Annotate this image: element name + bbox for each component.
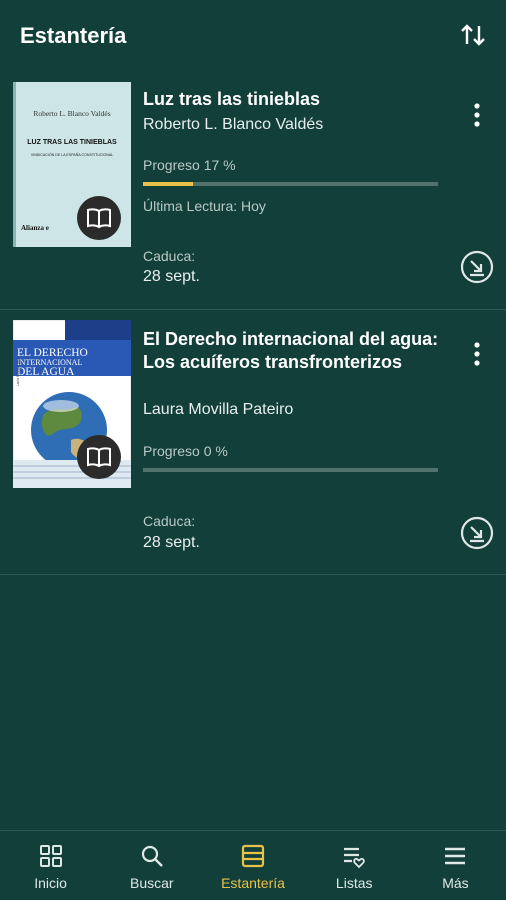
progress-fill [143,182,194,186]
open-book-icon [87,208,111,229]
nav-item-inicio[interactable]: Inicio [0,831,101,900]
bottom-navigation: Inicio Buscar Estantería Listas Más [0,830,506,900]
progress-label: Progreso 0 % [143,443,228,459]
app-bar: Estantería [0,0,506,72]
due-label: Caduca: [143,513,196,529]
nav-item-listas[interactable]: Listas [304,831,405,900]
nav-label: Estantería [221,875,285,891]
grid-icon [39,845,62,867]
nav-label: Más [442,875,469,891]
nav-item-mas[interactable]: Más [405,831,506,900]
progress-bar [143,468,438,472]
cover-title: LUZ TRAS LAS TINIEBLAS [27,139,117,146]
book-title[interactable]: Luz tras las tinieblas [143,88,443,111]
search-icon [141,845,163,867]
cover-title-line3: DEL AGUA [17,366,75,378]
book-author: Laura Movilla Pateiro [143,401,294,418]
cover-publisher: Alianza e [21,224,49,232]
return-book-icon[interactable] [460,516,494,550]
page-title: Estantería [20,23,127,48]
progress-label: Progreso 17 % [143,157,236,173]
due-date: 28 sept. [143,534,200,551]
nav-label: Inicio [34,875,67,891]
cover-author: Laura Movilla Pateiro [16,356,20,386]
due-date: 28 sept. [143,268,200,285]
due-label: Caduca: [143,248,196,264]
bookshelf-icon [241,844,265,868]
cover-subtitle: VINDICACIÓN DE LA ESPAÑA CONSTITUCIONAL [31,152,114,157]
book-author: Roberto L. Blanco Valdés [143,116,324,133]
list-heart-icon [344,847,365,869]
book-card[interactable]: EL DERECHO INTERNACIONAL DEL AGUA Laura … [0,310,506,575]
nav-label: Listas [335,875,373,891]
nav-label: Buscar [130,875,174,891]
progress-bar [143,182,438,186]
open-book-icon [87,447,111,468]
sort-arrows-icon[interactable] [458,20,488,50]
read-book-button[interactable] [77,196,121,240]
cover-author: Roberto L. Blanco Valdés [33,109,110,118]
book-title[interactable]: El Derecho internacional del agua: Los a… [143,328,443,374]
more-vert-icon[interactable] [466,100,488,130]
return-book-icon[interactable] [460,250,494,284]
nav-item-buscar[interactable]: Buscar [101,831,202,900]
read-book-button[interactable] [77,435,121,479]
more-vert-icon[interactable] [466,339,488,369]
menu-icon [445,847,466,865]
book-card[interactable]: Roberto L. Blanco Valdés LUZ TRAS LAS TI… [0,72,506,310]
last-read: Última Lectura: Hoy [143,198,266,214]
nav-item-estanteria[interactable]: Estantería [202,831,303,900]
